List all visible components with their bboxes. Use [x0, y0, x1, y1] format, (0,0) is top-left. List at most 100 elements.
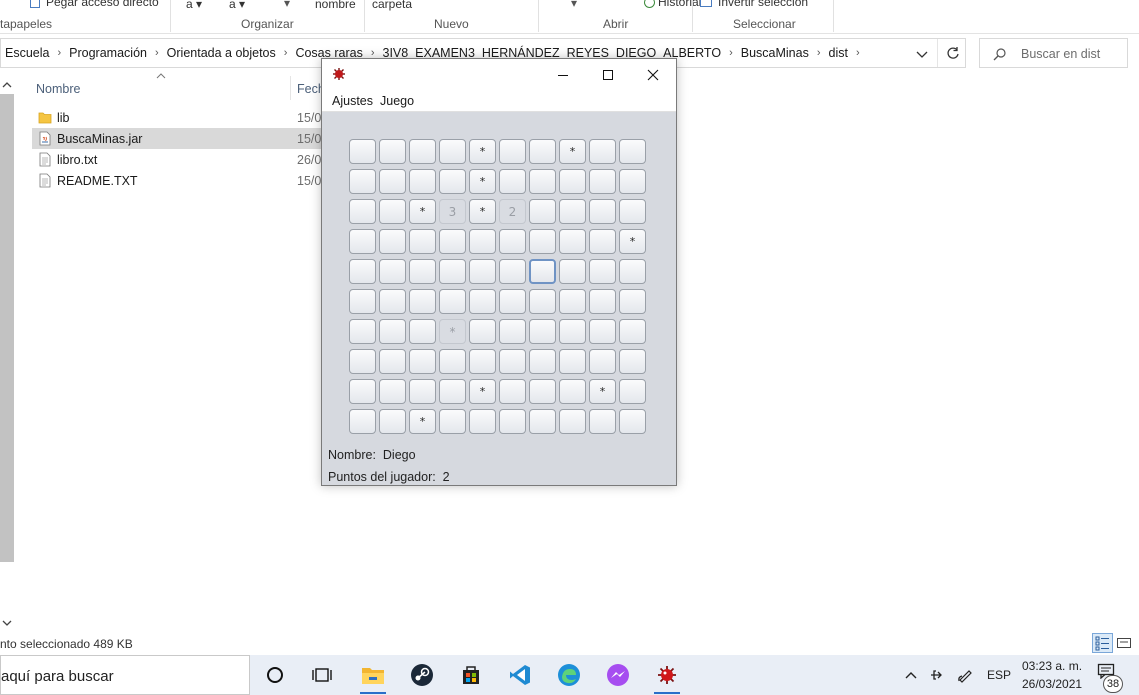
breadcrumb-chevron-icon[interactable]: › — [155, 47, 159, 59]
mine-cell[interactable] — [409, 229, 436, 254]
mine-cell[interactable]: * — [409, 199, 436, 224]
mine-cell[interactable] — [619, 379, 646, 404]
mine-cell[interactable] — [379, 379, 406, 404]
mine-cell[interactable] — [469, 409, 496, 434]
mine-cell[interactable] — [409, 289, 436, 314]
mine-cell[interactable] — [619, 139, 646, 164]
mine-cell[interactable] — [529, 289, 556, 314]
minimize-button[interactable] — [540, 59, 586, 90]
mine-cell[interactable] — [439, 139, 466, 164]
breadcrumb-chevron-icon[interactable]: › — [284, 47, 288, 59]
search-input[interactable]: Buscar en dist — [979, 38, 1128, 68]
mine-cell[interactable] — [619, 169, 646, 194]
refresh-button[interactable] — [937, 39, 967, 67]
mine-cell[interactable] — [349, 259, 376, 284]
mine-cell[interactable] — [589, 319, 616, 344]
font-size-up-button[interactable]: a ▾ — [186, 0, 202, 11]
mine-cell[interactable] — [589, 349, 616, 374]
mine-cell[interactable] — [589, 169, 616, 194]
mine-cell[interactable] — [349, 319, 376, 344]
mine-cell[interactable] — [559, 379, 586, 404]
mine-cell[interactable] — [529, 349, 556, 374]
paste-shortcut-button[interactable]: Pegar acceso directo — [30, 0, 159, 9]
mine-cell[interactable] — [379, 319, 406, 344]
mine-cell[interactable] — [349, 169, 376, 194]
mine-cell[interactable] — [439, 409, 466, 434]
mine-cell[interactable]: 2 — [499, 199, 526, 224]
window-title-bar[interactable] — [322, 59, 676, 90]
mine-cell[interactable]: * — [619, 229, 646, 254]
mine-cell[interactable] — [589, 229, 616, 254]
mine-cell[interactable] — [439, 259, 466, 284]
mine-cell[interactable] — [619, 199, 646, 224]
mine-cell[interactable] — [559, 349, 586, 374]
mine-cell[interactable]: * — [409, 409, 436, 434]
mine-cell[interactable] — [559, 259, 586, 284]
chevron-down-icon[interactable] — [914, 46, 930, 62]
mine-cell[interactable] — [499, 379, 526, 404]
edge-taskbar-button[interactable] — [551, 659, 587, 691]
mine-cell[interactable] — [469, 289, 496, 314]
menu-ajustes[interactable]: Ajustes — [332, 94, 373, 108]
mine-cell[interactable] — [589, 409, 616, 434]
breadcrumb-item[interactable]: dist — [829, 46, 848, 60]
mine-cell[interactable] — [349, 199, 376, 224]
menu-juego[interactable]: Juego — [380, 94, 414, 108]
mine-cell[interactable]: * — [469, 169, 496, 194]
mine-cell[interactable] — [409, 319, 436, 344]
store-taskbar-button[interactable] — [453, 659, 489, 691]
mine-cell[interactable] — [589, 289, 616, 314]
breadcrumb-item[interactable]: Escuela — [5, 46, 49, 60]
mine-cell[interactable] — [529, 409, 556, 434]
scrollbar-thumb[interactable] — [0, 94, 14, 562]
mine-cell[interactable] — [379, 229, 406, 254]
breadcrumb-item[interactable]: Orientada a objetos — [167, 46, 276, 60]
mine-cell[interactable] — [559, 409, 586, 434]
mine-cell[interactable] — [409, 169, 436, 194]
mine-cell[interactable] — [469, 319, 496, 344]
mine-cell[interactable] — [379, 169, 406, 194]
usb-device-icon[interactable] — [928, 667, 944, 683]
mine-cell[interactable] — [499, 169, 526, 194]
mine-cell[interactable] — [589, 199, 616, 224]
breadcrumb-chevron-icon[interactable]: › — [57, 47, 61, 59]
mine-cell[interactable] — [439, 169, 466, 194]
mine-cell[interactable] — [619, 349, 646, 374]
file-row[interactable]: libro.txt 26/0 — [32, 149, 322, 170]
mine-cell[interactable] — [469, 259, 496, 284]
column-name-header[interactable]: Nombre — [36, 82, 80, 96]
mine-cell[interactable] — [409, 379, 436, 404]
file-row[interactable]: BuscaMinas.jar 15/0 — [32, 128, 322, 149]
mine-cell[interactable] — [349, 409, 376, 434]
mine-cell[interactable] — [439, 289, 466, 314]
mine-cell[interactable] — [619, 289, 646, 314]
vscode-taskbar-button[interactable] — [502, 659, 538, 691]
maximize-button[interactable] — [585, 59, 631, 90]
mine-cell[interactable] — [349, 139, 376, 164]
mine-cell[interactable] — [529, 259, 556, 284]
mine-cell[interactable] — [439, 229, 466, 254]
mine-cell[interactable] — [559, 229, 586, 254]
mine-cell[interactable]: 3 — [439, 199, 466, 224]
mine-cell[interactable] — [559, 319, 586, 344]
mine-cell[interactable] — [619, 259, 646, 284]
mine-cell[interactable] — [469, 229, 496, 254]
mine-cell[interactable] — [439, 349, 466, 374]
mine-cell[interactable] — [379, 259, 406, 284]
file-explorer-taskbar-button[interactable] — [355, 659, 391, 694]
scroll-up-arrow[interactable] — [0, 76, 14, 94]
breadcrumb-item[interactable]: Programación — [69, 46, 147, 60]
mine-cell[interactable]: * — [559, 139, 586, 164]
buscaminas-taskbar-button[interactable] — [649, 659, 685, 694]
mine-cell[interactable]: * — [469, 379, 496, 404]
mine-cell[interactable] — [499, 289, 526, 314]
mine-cell[interactable] — [499, 409, 526, 434]
mine-cell[interactable] — [379, 349, 406, 374]
mine-cell[interactable] — [499, 259, 526, 284]
mine-cell[interactable] — [529, 379, 556, 404]
mine-cell[interactable] — [499, 229, 526, 254]
mine-cell[interactable] — [379, 199, 406, 224]
mine-cell[interactable] — [379, 289, 406, 314]
mine-cell[interactable] — [409, 259, 436, 284]
mine-cell[interactable] — [589, 139, 616, 164]
